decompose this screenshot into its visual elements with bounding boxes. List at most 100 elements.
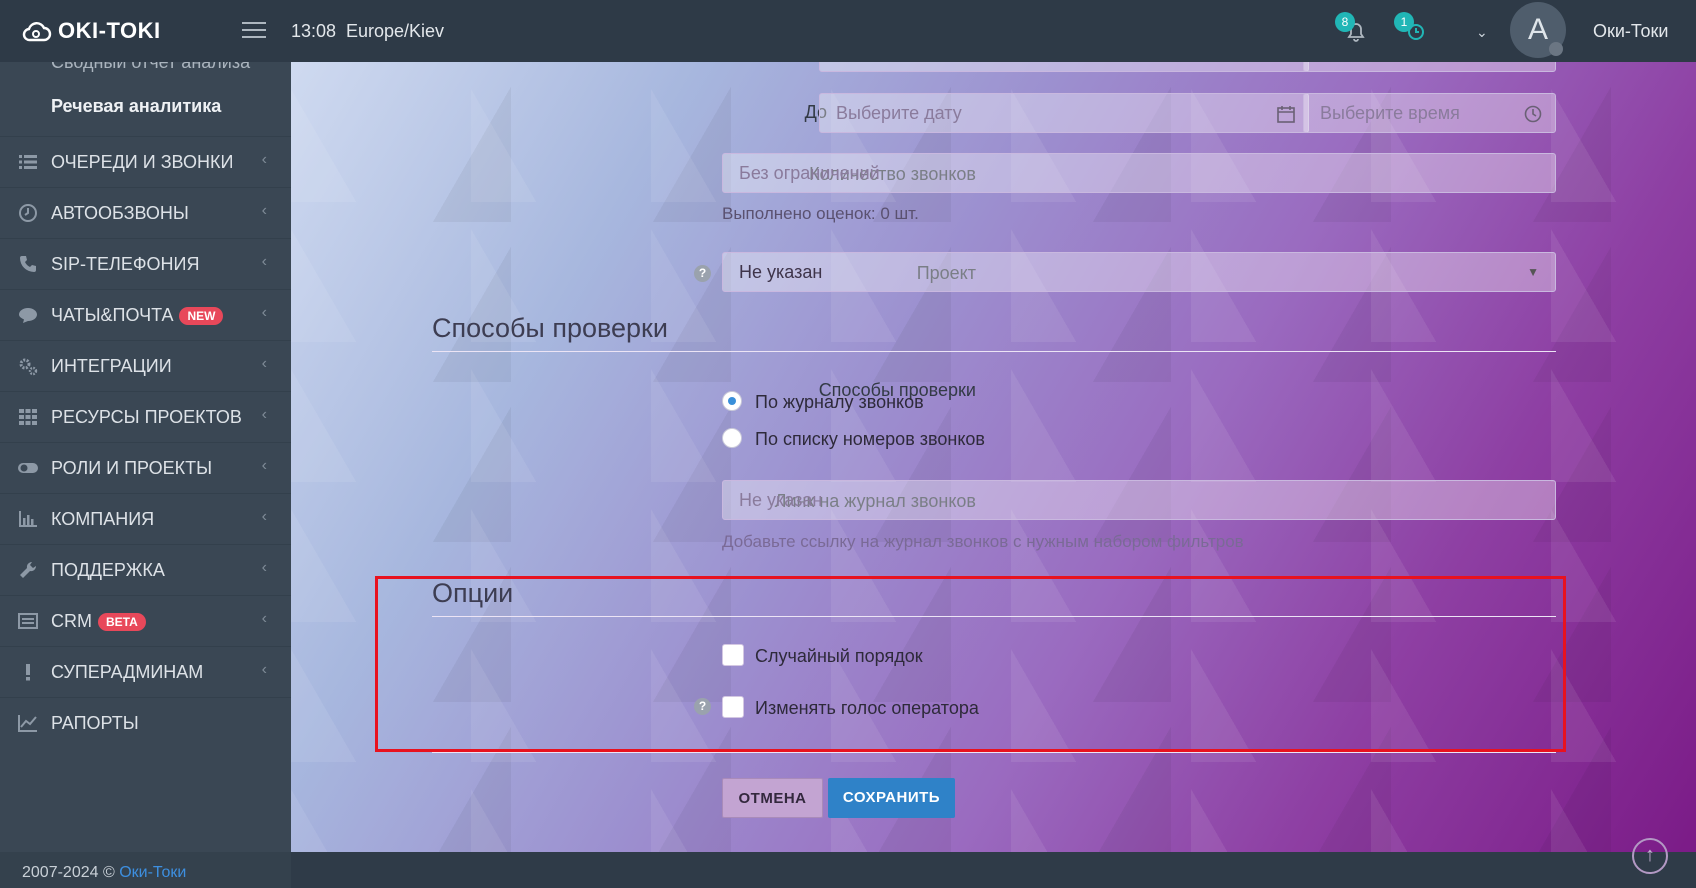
chat-icon [19, 308, 37, 323]
chevron-left-icon: ‹ [261, 355, 267, 372]
chevron-left-icon: ‹ [261, 508, 267, 525]
radio-number-list-label[interactable]: По списку номеров звонков [755, 429, 985, 450]
radio-call-log[interactable] [722, 391, 742, 411]
sidebar-item-label: РЕСУРСЫ ПРОЕКТОВ [51, 407, 242, 427]
sidebar-item-label: РОЛИ И ПРОЕКТЫ [51, 458, 213, 478]
sidebar-item-label: РАПОРТЫ [51, 713, 139, 733]
tasks-button[interactable]: 1 [1394, 12, 1428, 44]
time-from-field[interactable] [1303, 62, 1556, 72]
sidebar-item-label: КОМПАНИЯ [51, 509, 155, 529]
sidebar-item-reports[interactable]: РАПОРТЫ [0, 697, 291, 748]
project-select[interactable]: Не указан ▼ [722, 252, 1556, 292]
top-bar: OKI-TOKI 13:08 Europe/Kiev 8 1 ⌄ A Оки-Т… [0, 0, 1696, 62]
time-to-input[interactable] [1320, 94, 1539, 132]
call-log-link-field[interactable] [722, 480, 1556, 520]
sidebar-item-project-resources[interactable]: РЕСУРСЫ ПРОЕКТОВ ‹ [0, 391, 291, 442]
chevron-left-icon: ‹ [261, 457, 267, 474]
verification-section-title: Способы проверки [432, 313, 668, 343]
sidebar-item-label: АВТООБЗВОНЫ [51, 203, 189, 223]
sidebar-subitem-speech-analytics[interactable]: Речевая аналитика [51, 96, 221, 117]
clock-time: 13:08 [291, 21, 337, 41]
cloud-icon [22, 22, 52, 42]
notifications-button[interactable]: 8 [1335, 12, 1369, 44]
bar-chart-icon [19, 511, 37, 527]
time-to-field[interactable] [1303, 93, 1556, 133]
beta-badge: BETA [98, 613, 146, 632]
sidebar-item-autodialer[interactable]: АВТООБЗВОНЫ ‹ [0, 187, 291, 238]
sidebar-item-label: СУПЕРАДМИНАМ [51, 662, 204, 682]
phone-icon [20, 256, 36, 272]
chevron-left-icon: ‹ [261, 202, 267, 219]
sidebar-item-integrations[interactable]: ИНТЕГРАЦИИ ‹ [0, 340, 291, 391]
chevron-left-icon: ‹ [261, 304, 267, 321]
evaluations-done-text: Выполнено оценок: 0 шт. [722, 204, 919, 223]
sidebar-item-label: ИНТЕГРАЦИИ [51, 356, 172, 376]
sidebar-item-support[interactable]: ПОДДЕРЖКА ‹ [0, 544, 291, 595]
grid-icon [19, 409, 37, 425]
call-log-link-input[interactable] [739, 481, 1539, 519]
sidebar-item-label: CRM BETA [51, 611, 146, 632]
radio-number-list[interactable] [722, 428, 742, 448]
chevron-left-icon: ‹ [261, 610, 267, 627]
sidebar-nav: ОЧЕРЕДИ И ЗВОНКИ ‹ АВТООБЗВОНЫ ‹ SIP-ТЕЛ… [0, 136, 291, 748]
footer-link[interactable]: Оки-Токи [119, 864, 186, 881]
logo-text: OKI-TOKI [58, 18, 161, 43]
chevron-left-icon: ‹ [261, 151, 267, 168]
sidebar: Сводный отчет анализа Речевая аналитика … [0, 62, 291, 852]
chevron-left-icon: ‹ [261, 406, 267, 423]
calls-count-field[interactable] [722, 153, 1556, 193]
copyright: 2007-2024 © Оки-Токи [22, 864, 187, 881]
save-button[interactable]: СОХРАНИТЬ [828, 778, 955, 818]
radio-call-log-label[interactable]: По журналу звонков [755, 392, 924, 413]
to-label: До [804, 102, 827, 122]
status-dot [1549, 42, 1563, 56]
tasks-badge: 1 [1394, 12, 1414, 32]
line-chart-icon [18, 715, 37, 732]
scroll-to-top-icon[interactable]: ↑ [1632, 838, 1668, 874]
date-to-field[interactable] [819, 93, 1309, 133]
clock-icon [19, 204, 37, 222]
sidebar-item-chats[interactable]: ЧАТЫ&ПОЧТА NEW ‹ [0, 289, 291, 340]
menu-toggle-icon[interactable] [242, 22, 266, 40]
notifications-badge: 8 [1335, 12, 1355, 32]
sidebar-item-label: ЧАТЫ&ПОЧТА NEW [51, 305, 224, 326]
chevron-down-icon[interactable]: ⌄ [1476, 24, 1488, 41]
date-to-input[interactable] [836, 94, 1292, 132]
call-log-link-hint: Добавьте ссылку на журнал звонков с нужн… [722, 532, 1244, 551]
highlight-box [375, 576, 1566, 752]
chevron-left-icon: ‹ [261, 559, 267, 576]
calendar-icon[interactable] [1276, 104, 1296, 124]
sidebar-item-queues[interactable]: ОЧЕРЕДИ И ЗВОНКИ ‹ [0, 136, 291, 187]
date-from-field[interactable] [819, 62, 1309, 72]
list-icon [19, 155, 37, 169]
sidebar-item-roles-projects[interactable]: РОЛИ И ПРОЕКТЫ ‹ [0, 442, 291, 493]
sidebar-item-sip[interactable]: SIP-ТЕЛЕФОНИЯ ‹ [0, 238, 291, 289]
chevron-left-icon: ‹ [261, 253, 267, 270]
wrench-icon [20, 561, 37, 578]
clock-icon[interactable] [1523, 104, 1543, 124]
sidebar-item-label: ОЧЕРЕДИ И ЗВОНКИ [51, 152, 234, 172]
sidebar-item-company[interactable]: КОМПАНИЯ ‹ [0, 493, 291, 544]
new-badge: NEW [179, 307, 224, 326]
timezone: Europe/Kiev [346, 21, 445, 41]
sidebar-item-crm[interactable]: CRM BETA ‹ [0, 595, 291, 646]
sidebar-item-label: SIP-ТЕЛЕФОНИЯ [51, 254, 200, 274]
help-icon[interactable]: ? [694, 265, 711, 282]
caret-down-icon: ▼ [1527, 265, 1539, 279]
exclamation-icon [26, 664, 30, 681]
sidebar-item-superadmins[interactable]: СУПЕРАДМИНАМ ‹ [0, 646, 291, 697]
calls-count-input[interactable] [739, 154, 1539, 192]
logo[interactable]: OKI-TOKI [22, 18, 161, 44]
section-divider [432, 752, 1556, 753]
cancel-button[interactable]: ОТМЕНА [722, 778, 823, 818]
sidebar-item-label: ПОДДЕРЖКА [51, 560, 165, 580]
chevron-left-icon: ‹ [261, 661, 267, 678]
project-select-value: Не указан [739, 262, 823, 282]
sidebar-subitem-summary-report[interactable]: Сводный отчет анализа [51, 62, 250, 73]
section-divider [432, 351, 1556, 352]
user-name[interactable]: Оки-Токи [1593, 21, 1668, 42]
toggle-icon [18, 463, 38, 473]
crm-icon [18, 613, 38, 629]
bottom-strip [291, 852, 1696, 888]
main-content: До Количество звонков Выполнено оценок: … [291, 62, 1696, 852]
